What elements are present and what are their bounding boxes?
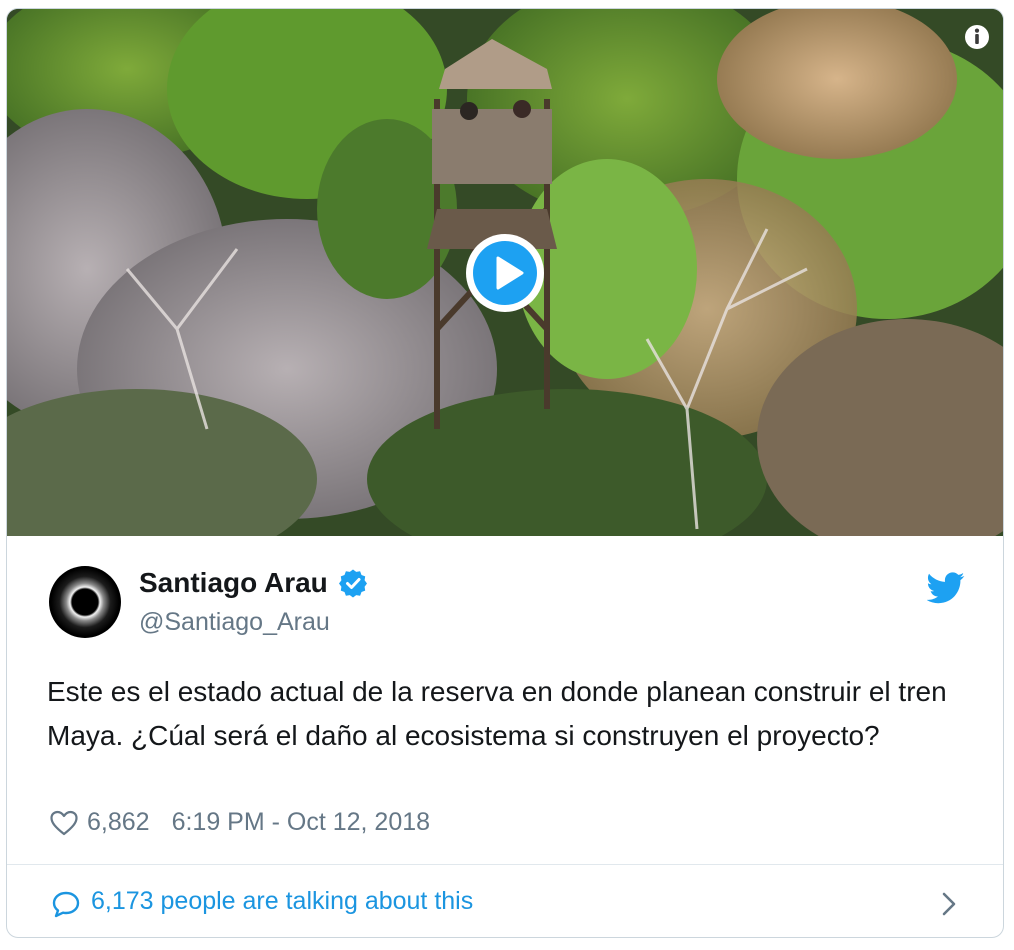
author-handle[interactable]: @Santiago_Arau: [139, 608, 368, 637]
embedded-tweet-card: Santiago Arau @Santiago_Arau Este es el …: [6, 8, 1004, 938]
author-block: Santiago Arau @Santiago_Arau: [139, 566, 368, 637]
heart-icon: [50, 810, 78, 835]
author-name-row: Santiago Arau: [139, 566, 368, 600]
tweet-text: Este es el estado actual de la reserva e…: [47, 676, 947, 751]
avatar[interactable]: [49, 566, 121, 638]
eclipse-avatar-image: [49, 566, 121, 638]
twitter-bird-icon[interactable]: [927, 572, 965, 604]
info-icon[interactable]: [963, 23, 991, 51]
verified-badge-icon: [338, 569, 367, 598]
like-button[interactable]: 6,862: [49, 808, 150, 837]
tweet-meta: 6,862 6:19 PM - Oct 12, 2018: [49, 808, 430, 837]
tweet-body: Santiago Arau @Santiago_Arau Este es el …: [7, 536, 1003, 866]
like-count: 6,862: [87, 808, 150, 836]
conversation-link[interactable]: 6,173 people are talking about this: [7, 864, 1003, 937]
play-icon[interactable]: [465, 233, 545, 313]
chevron-right-icon: [942, 892, 956, 916]
speech-bubble-icon: [52, 891, 80, 918]
video-player[interactable]: [7, 9, 1003, 536]
author-name[interactable]: Santiago Arau: [139, 567, 328, 599]
tweet-timestamp[interactable]: 6:19 PM - Oct 12, 2018: [172, 808, 430, 837]
talking-count-label: 6,173 people are talking about this: [91, 887, 474, 915]
